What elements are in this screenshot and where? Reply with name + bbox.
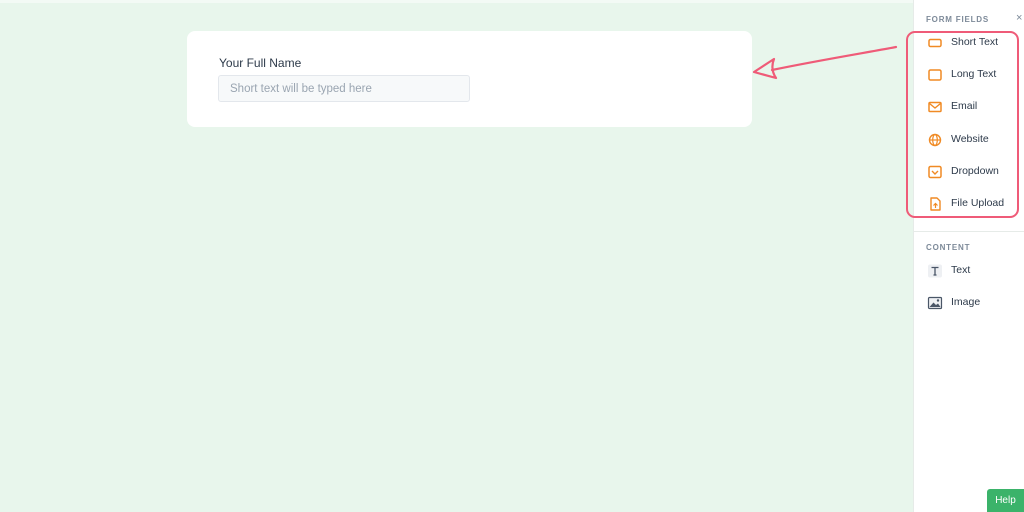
long-text-icon xyxy=(928,69,942,81)
content-item-text[interactable]: Text xyxy=(924,260,1020,282)
sidebar: FORM FIELDS × Short Text Long Text Email… xyxy=(913,0,1024,512)
arrow-shaft xyxy=(770,45,898,72)
field-label: Your Full Name xyxy=(219,56,302,70)
content-title: CONTENT xyxy=(926,243,971,252)
arrow-head xyxy=(752,57,778,80)
email-icon xyxy=(928,101,942,113)
field-item-short-text[interactable]: Short Text xyxy=(924,32,1020,54)
field-item-file-upload[interactable]: File Upload xyxy=(924,193,1020,215)
field-item-label: Email xyxy=(951,100,978,112)
file-upload-icon xyxy=(930,197,941,211)
text-icon xyxy=(928,264,942,278)
sidebar-divider xyxy=(914,231,1024,232)
field-item-label: Short Text xyxy=(951,36,999,48)
image-icon xyxy=(927,296,943,310)
field-item-label: File Upload xyxy=(951,197,1005,209)
form-fields-title: FORM FIELDS xyxy=(926,15,990,24)
content-item-label: Image xyxy=(951,296,981,308)
field-item-dropdown[interactable]: Dropdown xyxy=(924,161,1020,183)
close-icon[interactable]: × xyxy=(1016,12,1022,24)
field-item-label: Website xyxy=(951,133,989,145)
globe-icon xyxy=(928,133,942,147)
top-strip xyxy=(0,0,913,3)
form-card: Your Full Name xyxy=(187,31,752,127)
dropdown-icon xyxy=(928,165,942,179)
field-item-long-text[interactable]: Long Text xyxy=(924,64,1020,86)
field-item-email[interactable]: Email xyxy=(924,96,1020,118)
field-item-label: Dropdown xyxy=(951,165,999,177)
content-item-label: Text xyxy=(951,264,971,276)
content-item-image[interactable]: Image xyxy=(924,292,1020,314)
full-name-input[interactable] xyxy=(218,75,470,102)
help-button[interactable]: Help xyxy=(987,489,1024,512)
short-text-icon xyxy=(928,38,942,48)
annotation-arrow xyxy=(752,45,898,80)
field-item-website[interactable]: Website xyxy=(924,129,1020,151)
field-item-label: Long Text xyxy=(951,68,997,80)
